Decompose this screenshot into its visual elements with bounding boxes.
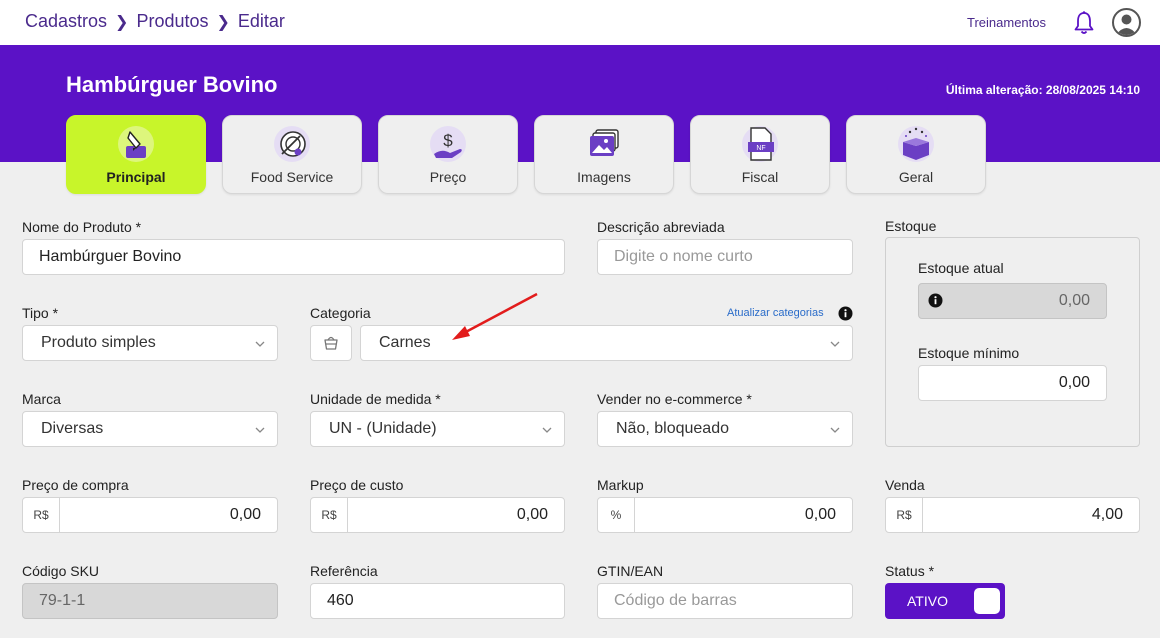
chevron-down-icon — [830, 427, 840, 433]
marca-label: Marca — [22, 391, 61, 407]
tab-principal[interactable]: Principal — [66, 115, 206, 194]
currency-prefix: R$ — [23, 498, 60, 532]
nome-produto-input[interactable]: Hambúrguer Bovino — [22, 239, 565, 275]
markup-value: 0,00 — [804, 506, 836, 523]
chevron-down-icon — [255, 427, 265, 433]
gift-box-icon — [898, 126, 934, 162]
user-icon — [1116, 14, 1137, 35]
preco-compra-label: Preço de compra — [22, 477, 129, 493]
tab-geral[interactable]: Geral — [846, 115, 986, 194]
images-icon — [590, 129, 619, 156]
basket-icon — [324, 336, 338, 350]
descricao-label: Descrição abreviada — [597, 219, 725, 235]
last-change-value: 28/08/2025 14:10 — [1045, 83, 1140, 97]
unidade-value: UN - (Unidade) — [329, 420, 437, 437]
ecommerce-label: Vender no e-commerce * — [597, 391, 752, 407]
tab-food-service[interactable]: Food Service — [222, 115, 362, 194]
status-value: ATIVO — [907, 593, 948, 609]
categoria-label: Categoria — [310, 305, 371, 321]
training-link[interactable]: Treinamentos — [967, 15, 1046, 30]
chevron-right-icon: ❯ — [115, 13, 129, 31]
tab-fiscal[interactable]: NF Fiscal — [690, 115, 830, 194]
preco-compra-value: 0,00 — [229, 506, 261, 523]
tab-label: Food Service — [250, 169, 334, 185]
venda-value: 4,00 — [1091, 506, 1123, 523]
currency-prefix: R$ — [311, 498, 348, 532]
venda-label: Venda — [885, 477, 925, 493]
breadcrumb-item-editar: Editar — [237, 11, 285, 31]
status-label: Status * — [885, 563, 935, 579]
unidade-label: Unidade de medida * — [310, 391, 441, 407]
red-arrow-annotation — [452, 292, 538, 340]
dollar-hand-icon: $ — [430, 126, 466, 162]
gtin-label: GTIN/EAN — [597, 563, 664, 579]
categoria-value: Carnes — [379, 334, 431, 351]
preco-custo-input[interactable]: R$ 0,00 — [310, 497, 565, 533]
estoque-title: Estoque — [885, 218, 937, 234]
estoque-minimo-label: Estoque mínimo — [918, 345, 1020, 361]
referencia-label: Referência — [310, 563, 378, 579]
breadcrumb-item-cadastros[interactable]: Cadastros — [25, 11, 107, 32]
sku-input: 79-1-1 — [22, 583, 278, 619]
estoque-atual-label: Estoque atual — [918, 260, 1004, 276]
estoque-minimo-input[interactable]: 0,00 — [918, 365, 1107, 401]
referencia-input[interactable]: 460 — [310, 583, 565, 619]
categoria-select[interactable]: Carnes — [360, 325, 853, 361]
nf-document-icon: NF — [742, 126, 778, 162]
chevron-down-icon — [255, 341, 265, 347]
preco-custo-label: Preço de custo — [310, 477, 404, 493]
tab-label: Fiscal — [741, 169, 779, 185]
chevron-down-icon — [830, 341, 840, 347]
tab-label: Geral — [898, 169, 934, 185]
preco-custo-value: 0,00 — [516, 506, 548, 523]
unidade-select[interactable]: UN - (Unidade) — [310, 411, 565, 447]
info-icon — [928, 293, 943, 308]
estoque-atual-input: 0,00 — [918, 283, 1107, 319]
estoque-atual-value: 0,00 — [1058, 292, 1090, 309]
tipo-select[interactable]: Produto simples — [22, 325, 278, 361]
tab-label: Preço — [429, 169, 467, 185]
marca-value: Diversas — [41, 420, 104, 437]
preco-compra-input[interactable]: R$ 0,00 — [22, 497, 278, 533]
percent-prefix: % — [598, 498, 635, 532]
toggle-knob — [974, 588, 1000, 614]
last-change-info: Última alteração: 28/08/2025 14:10 — [946, 83, 1140, 97]
tab-label: Imagens — [577, 169, 631, 185]
page-title: Hambúrguer Bovino — [66, 72, 278, 97]
user-avatar[interactable] — [1112, 8, 1141, 37]
top-bar: Cadastros ❯ Produtos ❯ Editar Treinament… — [0, 0, 1160, 45]
chevron-right-icon: ❯ — [216, 13, 230, 31]
tab-imagens[interactable]: Imagens — [534, 115, 674, 194]
svg-text:$: $ — [443, 131, 453, 150]
bell-icon[interactable] — [1072, 10, 1096, 36]
breadcrumb-item-produtos[interactable]: Produtos — [136, 11, 208, 32]
chevron-down-icon — [542, 427, 552, 433]
markup-input[interactable]: % 0,00 — [597, 497, 853, 533]
last-change-label: Última alteração: — [945, 83, 1043, 97]
ecommerce-select[interactable]: Não, bloqueado — [597, 411, 853, 447]
currency-prefix: R$ — [886, 498, 923, 532]
tab-label: Principal — [106, 169, 166, 185]
sku-label: Código SKU — [22, 563, 100, 579]
markup-label: Markup — [597, 477, 644, 493]
tipo-label: Tipo * — [22, 305, 59, 321]
svg-text:NF: NF — [756, 145, 765, 152]
pencil-tablet-icon — [118, 126, 154, 162]
tipo-value: Produto simples — [41, 334, 156, 351]
descricao-input[interactable]: Digite o nome curto — [597, 239, 853, 275]
info-icon[interactable] — [838, 306, 853, 321]
status-toggle[interactable]: ATIVO — [885, 583, 1005, 619]
tab-preco[interactable]: $ Preço — [378, 115, 518, 194]
plate-cutlery-icon — [274, 126, 310, 162]
update-categories-link[interactable]: Atualizar categorias — [727, 307, 824, 319]
nome-produto-label: Nome do Produto * — [22, 219, 142, 235]
category-icon-button[interactable] — [310, 325, 352, 361]
venda-input[interactable]: R$ 4,00 — [885, 497, 1140, 533]
ecommerce-value: Não, bloqueado — [616, 420, 729, 437]
gtin-input[interactable]: Código de barras — [597, 583, 853, 619]
marca-select[interactable]: Diversas — [22, 411, 278, 447]
breadcrumb: Cadastros ❯ Produtos ❯ Editar — [25, 11, 285, 32]
